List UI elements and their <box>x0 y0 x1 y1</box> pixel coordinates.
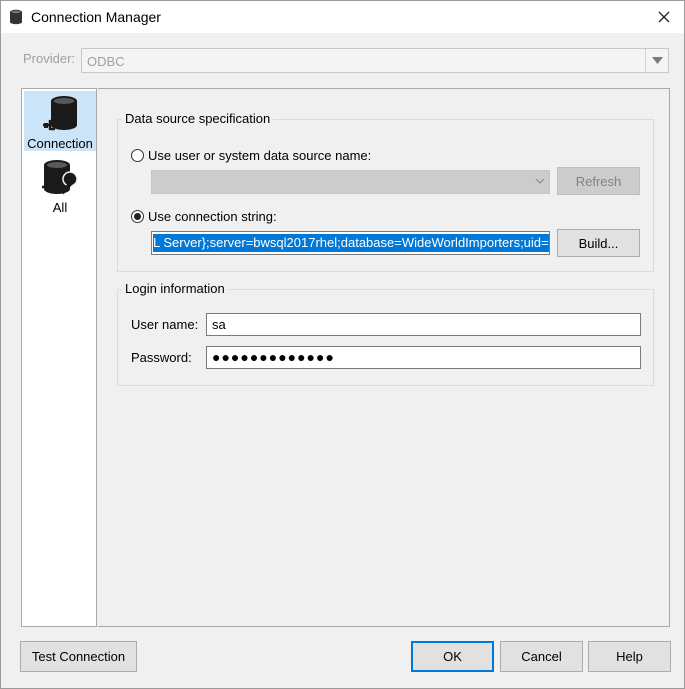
chevron-down-icon <box>535 176 545 187</box>
sidebar-item-label: Connection <box>27 136 93 151</box>
password-input[interactable]: ●●●●●●●●●●●●● <box>206 346 641 369</box>
refresh-button[interactable]: Refresh <box>557 167 640 195</box>
test-connection-button[interactable]: Test Connection <box>20 641 137 672</box>
title-bar: Connection Manager <box>1 1 684 33</box>
chevron-down-icon <box>645 49 668 72</box>
database-icon <box>9 9 25 28</box>
provider-select[interactable]: ODBC <box>81 48 669 73</box>
cancel-button[interactable]: Cancel <box>500 641 583 672</box>
sidebar-item-label: All <box>52 200 68 215</box>
connection-string-value: L Server};server=bwsql2017rhel;database=… <box>153 234 549 252</box>
close-icon <box>658 11 670 23</box>
provider-value: ODBC <box>87 54 125 69</box>
sidebar-item-all[interactable]: All <box>24 155 96 215</box>
connection-string-input[interactable]: L Server};server=bwsql2017rhel;database=… <box>151 231 550 255</box>
page-selector: Connection All <box>21 88 97 627</box>
connstr-radio-label: Use connection string: <box>148 209 277 224</box>
ok-button[interactable]: OK <box>411 641 494 672</box>
connstr-radio[interactable]: Use connection string: <box>131 209 277 224</box>
username-label: User name: <box>131 317 199 332</box>
group-title: Data source specification <box>122 111 274 126</box>
sidebar-item-connection[interactable]: Connection <box>24 91 96 151</box>
close-button[interactable] <box>644 1 684 33</box>
help-button[interactable]: Help <box>588 641 671 672</box>
login-group: Login information <box>117 281 654 386</box>
build-button[interactable]: Build... <box>557 229 640 257</box>
password-label: Password: <box>131 350 192 365</box>
provider-label: Provider: <box>23 51 76 66</box>
radio-unchecked[interactable] <box>131 149 144 162</box>
dsn-radio-label: Use user or system data source name: <box>148 148 372 163</box>
window-title: Connection Manager <box>31 9 161 25</box>
connection-manager-window: Connection Manager Provider: ODBC Connec… <box>0 0 685 689</box>
dsn-select[interactable] <box>151 170 550 194</box>
database-connection-icon <box>24 95 96 136</box>
dsn-radio[interactable]: Use user or system data source name: <box>131 148 371 163</box>
group-title: Login information <box>122 281 228 296</box>
database-settings-icon <box>24 159 96 200</box>
radio-checked[interactable] <box>131 210 144 223</box>
username-input[interactable]: sa <box>206 313 641 336</box>
